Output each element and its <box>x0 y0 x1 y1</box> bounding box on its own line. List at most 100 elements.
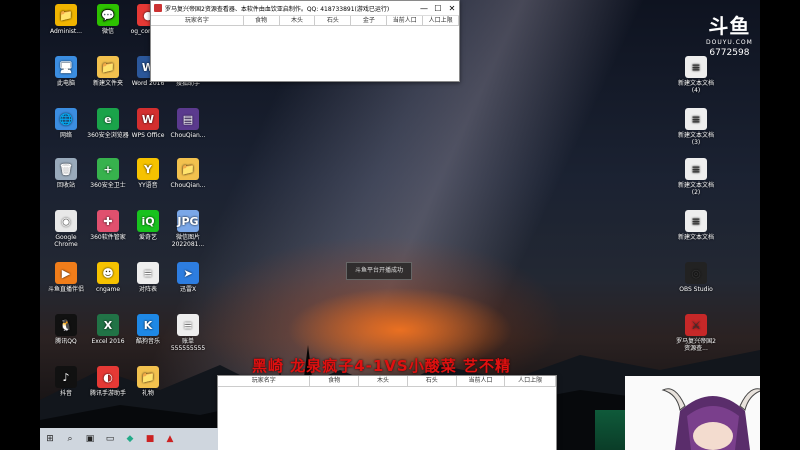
desktop-icon[interactable]: ≡ 新建文本文档 (3) <box>674 108 718 146</box>
desktop-icon[interactable]: ≡ 账单 555555555 <box>166 314 210 352</box>
shortcut-icon: ▤ <box>177 108 199 130</box>
resource-viewer-window[interactable]: 罗马复兴帝国2资源查看器、本软件由血饮亚启制作。QQ: 418733891(游戏… <box>150 0 460 82</box>
desktop-icon[interactable]: K 酷狗音乐 <box>126 314 170 345</box>
desktop-icon[interactable]: W WPS Office <box>126 108 170 139</box>
desktop-icon[interactable]: ◐ 腾讯手游助手 <box>86 366 130 397</box>
webcam-overlay <box>625 376 760 450</box>
desktop-icon-label: 抖音 <box>59 390 72 397</box>
explorer-icon[interactable]: ▣ <box>80 430 100 448</box>
shortcut-icon: K <box>137 314 159 336</box>
desktop-icon[interactable]: +360安全卫士 <box>86 158 130 189</box>
col-pop[interactable]: 当前人口 <box>387 16 424 25</box>
desktop-icon[interactable]: 🌐 网络 <box>44 108 88 139</box>
shortcut-icon: ≡ <box>685 158 707 180</box>
taskbar: ⊞ ⌕ ▣ ▭ ◆ ■ ▲ <box>40 428 218 450</box>
desktop-icon[interactable]: ✚ 360软件管家 <box>86 210 130 241</box>
minimize-button[interactable]: — <box>417 4 431 13</box>
col-pop-cap[interactable]: 人口上限 <box>505 376 557 386</box>
maximize-button[interactable]: ☐ <box>431 4 445 13</box>
resource-viewer-window-2[interactable]: 玩家名字 食物 木头 石头 当前人口 人口上限 <box>217 375 557 450</box>
shortcut-icon: 🐧 <box>55 314 77 336</box>
table-header: 玩家名字 食物 木头 石头 金子 当前人口 人口上限 <box>151 16 460 26</box>
desktop-icon-label: 网络 <box>59 132 72 139</box>
col-food[interactable]: 食物 <box>244 16 280 25</box>
desktop: 📁 Administ... 💬 微信 ● og_correc... 🖥 此电脑 📁 新建文件夹 W W… <box>40 0 760 450</box>
search-icon[interactable]: ⌕ <box>60 430 80 448</box>
close-button[interactable]: ✕ <box>445 4 459 13</box>
desktop-icon[interactable]: ≡ 对阵表 <box>126 262 170 293</box>
shortcut-icon: iQ <box>137 210 159 232</box>
desktop-icon-label: 新建文本文档 (2) <box>677 182 714 196</box>
desktop-icon[interactable]: JPG 微信图片 2022081... <box>166 210 210 248</box>
start-icon[interactable]: ⊞ <box>40 430 60 448</box>
desktop-icon[interactable]: ▤ ChouQian... <box>166 108 210 139</box>
window-titlebar[interactable]: 罗马复兴帝国2资源查看器、本软件由血饮亚启制作。QQ: 418733891(游戏… <box>151 1 459 16</box>
desktop-icon[interactable]: 📁 礼物 <box>126 366 170 397</box>
desktop-icon-label: 礼物 <box>141 390 154 397</box>
col-stone[interactable]: 石头 <box>408 376 457 386</box>
desktop-icon-label: 酷狗音乐 <box>135 338 160 345</box>
table-header-2: 玩家名字 食物 木头 石头 当前人口 人口上限 <box>218 376 557 387</box>
shortcut-icon: ♪ <box>55 366 77 388</box>
col-stone[interactable]: 石头 <box>315 16 352 25</box>
desktop-icon-label: 新建文件夹 <box>92 80 123 87</box>
shortcut-icon: 💬 <box>97 4 119 26</box>
desktop-icon-label: YY语音 <box>138 182 158 189</box>
app-icon[interactable]: ■ <box>140 430 160 448</box>
desktop-icon[interactable]: ☻ cngame <box>86 262 130 293</box>
desktop-icon[interactable]: ▶ 斗鱼直播伴侣 <box>44 262 88 293</box>
desktop-icon-label: 斗鱼直播伴侣 <box>47 286 84 293</box>
desktop-icon[interactable]: 🗑 回收站 <box>44 158 88 189</box>
window-title: 罗马复兴帝国2资源查看器、本软件由血饮亚启制作。QQ: 418733891(游戏… <box>165 5 390 13</box>
desktop-icon[interactable]: 🖥 此电脑 <box>44 56 88 87</box>
game-icon[interactable]: ▲ <box>160 430 180 448</box>
desktop-icon[interactable]: 📁 新建文件夹 <box>86 56 130 87</box>
col-pop[interactable]: 当前人口 <box>457 376 506 386</box>
col-wood[interactable]: 木头 <box>280 16 316 25</box>
shortcut-icon: ≡ <box>685 108 707 130</box>
col-food[interactable]: 食物 <box>310 376 360 386</box>
col-player[interactable]: 玩家名字 <box>218 376 311 386</box>
desktop-icon[interactable]: 💬 微信 <box>86 4 130 35</box>
desktop-icon[interactable]: ≡ 新建文本文档 (2) <box>674 158 718 196</box>
shortcut-icon: + <box>97 158 119 180</box>
desktop-icon[interactable]: iQ 爱奇艺 <box>126 210 170 241</box>
shortcut-icon: W <box>137 108 159 130</box>
desktop-icon-label: 微信图片 2022081... <box>171 234 205 248</box>
chat-icon[interactable]: ◆ <box>120 430 140 448</box>
shortcut-icon: ✚ <box>97 210 119 232</box>
desktop-icon[interactable]: ➤ 迅雷X <box>166 262 210 293</box>
shortcut-icon: 📁 <box>97 56 119 78</box>
desktop-icon[interactable]: 📁 ChouQian... <box>166 158 210 189</box>
desktop-icon[interactable]: ⚔ 罗马复兴帝国2资源查... <box>674 314 718 352</box>
desktop-icon[interactable]: e 360安全浏览器 <box>86 108 130 139</box>
desktop-icon-label: 迅雷X <box>179 286 197 293</box>
douyu-logo: 斗鱼 <box>708 14 751 38</box>
col-player[interactable]: 玩家名字 <box>151 16 244 25</box>
shortcut-icon: ≡ <box>137 262 159 284</box>
shortcut-icon: 📁 <box>55 4 77 26</box>
desktop-icon-label: ChouQian... <box>170 182 206 189</box>
desktop-icon[interactable]: X Excel 2016 <box>86 314 130 345</box>
desktop-icon-label: 微信 <box>101 28 114 35</box>
shortcut-icon: Y <box>137 158 159 180</box>
folder-icon[interactable]: ▭ <box>100 430 120 448</box>
desktop-icon[interactable]: Y YY语音 <box>126 158 170 189</box>
desktop-icon-label: Google Chrome <box>54 234 78 248</box>
desktop-icon[interactable]: 🐧 腾讯QQ <box>44 314 88 345</box>
col-gold[interactable]: 金子 <box>351 16 388 25</box>
desktop-icon-label: OBS Studio <box>679 286 713 293</box>
desktop-icon[interactable]: 📁 Administ... <box>44 4 88 35</box>
desktop-icon-label: 360安全卫士 <box>90 182 126 189</box>
desktop-icon-label: 对阵表 <box>138 286 157 293</box>
desktop-icon[interactable]: ◉ Google Chrome <box>44 210 88 248</box>
desktop-icon-label: Administ... <box>50 28 82 35</box>
desktop-icon-label: 腾讯手游助手 <box>89 390 126 397</box>
desktop-icon[interactable]: ♪ 抖音 <box>44 366 88 397</box>
desktop-icon[interactable]: ≡ 新建文本文档 (4) <box>674 56 718 94</box>
col-pop-cap[interactable]: 人口上限 <box>423 16 460 25</box>
col-wood[interactable]: 木头 <box>359 376 408 386</box>
desktop-icon-label: 新建文本文档 (3) <box>677 132 714 146</box>
desktop-icon[interactable]: ◎ OBS Studio <box>674 262 718 293</box>
desktop-icon[interactable]: ≡ 新建文本文档 <box>674 210 718 241</box>
